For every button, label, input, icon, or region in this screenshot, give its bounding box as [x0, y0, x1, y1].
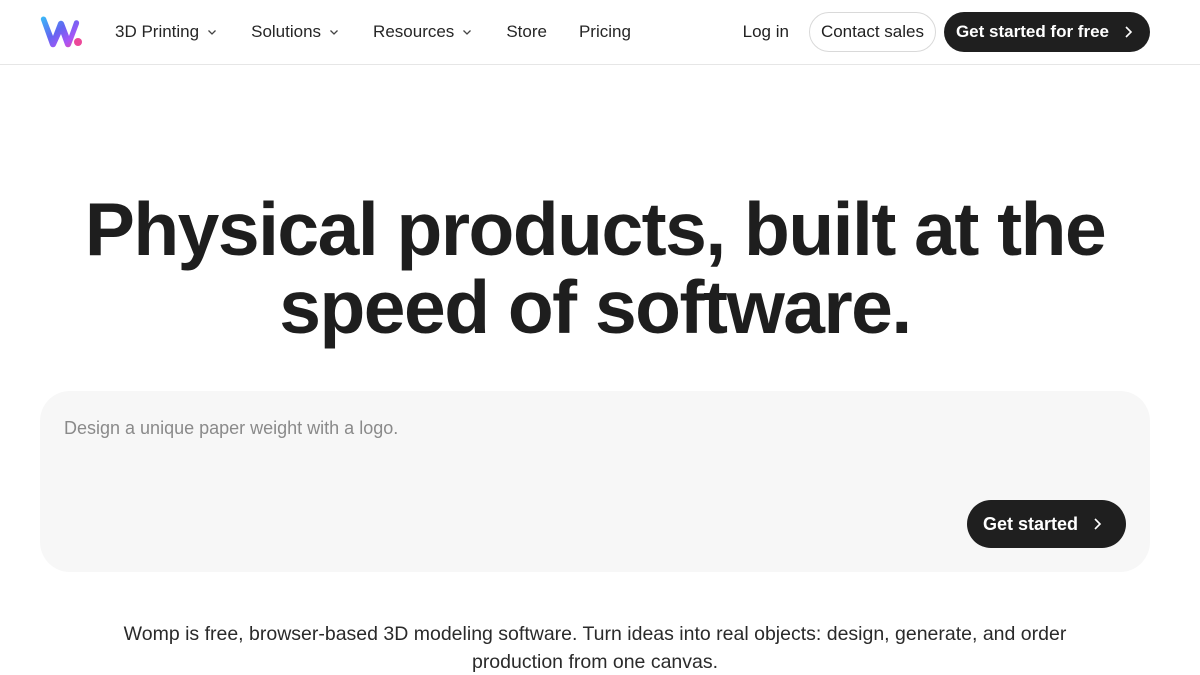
contact-sales-label: Contact sales [820, 22, 924, 41]
get-started-button[interactable]: Get started [966, 500, 1126, 548]
get-started-free-label: Get started for free [955, 22, 1109, 41]
nav-resources-label: Resources [373, 22, 455, 41]
hero-title-line1: Physical products, built at the [84, 187, 1107, 271]
chevron-down-icon [330, 30, 339, 35]
nav-3d-printing-label: 3D Printing [115, 22, 200, 41]
get-started-label: Get started [982, 513, 1078, 534]
chevron-down-icon [208, 30, 217, 35]
get-started-free-button[interactable]: Get started for free [943, 12, 1150, 52]
nav-store[interactable]: Store [506, 22, 547, 42]
nav-pricing[interactable]: Pricing [579, 22, 631, 42]
login-link[interactable]: Log in [743, 22, 789, 42]
nav-solutions[interactable]: Solutions [251, 22, 340, 42]
womp-logo-icon[interactable] [38, 12, 84, 52]
hero-title-line2: speed of software. [279, 265, 912, 349]
contact-sales-button[interactable]: Contact sales [808, 12, 936, 52]
chevron-right-icon [1125, 26, 1133, 38]
nav-3d-printing[interactable]: 3D Printing [115, 22, 218, 42]
header-actions: Log in Contact sales Get started for fre… [743, 12, 1150, 52]
top-navigation-bar: 3D Printing Solutions Resources Store Pr… [0, 0, 1200, 65]
hero-title: Physical products, built at the speed of… [0, 190, 1190, 346]
hero-subtitle: Womp is free, browser-based 3D modeling … [60, 620, 1130, 675]
nav-solutions-label: Solutions [251, 22, 322, 41]
prompt-input[interactable] [64, 415, 964, 441]
nav-pricing-label: Pricing [578, 22, 631, 41]
chevron-right-icon [1094, 518, 1102, 530]
hero-subtitle-line1: Womp is free, browser-based 3D modeling … [123, 623, 1067, 645]
main-nav: 3D Printing Solutions Resources Store Pr… [115, 0, 663, 64]
hero-subtitle-line2: production from one canvas. [471, 651, 719, 673]
prompt-box: Get started [40, 391, 1150, 572]
nav-store-label: Store [506, 22, 547, 41]
nav-resources[interactable]: Resources [373, 22, 473, 42]
chevron-down-icon [463, 30, 472, 35]
